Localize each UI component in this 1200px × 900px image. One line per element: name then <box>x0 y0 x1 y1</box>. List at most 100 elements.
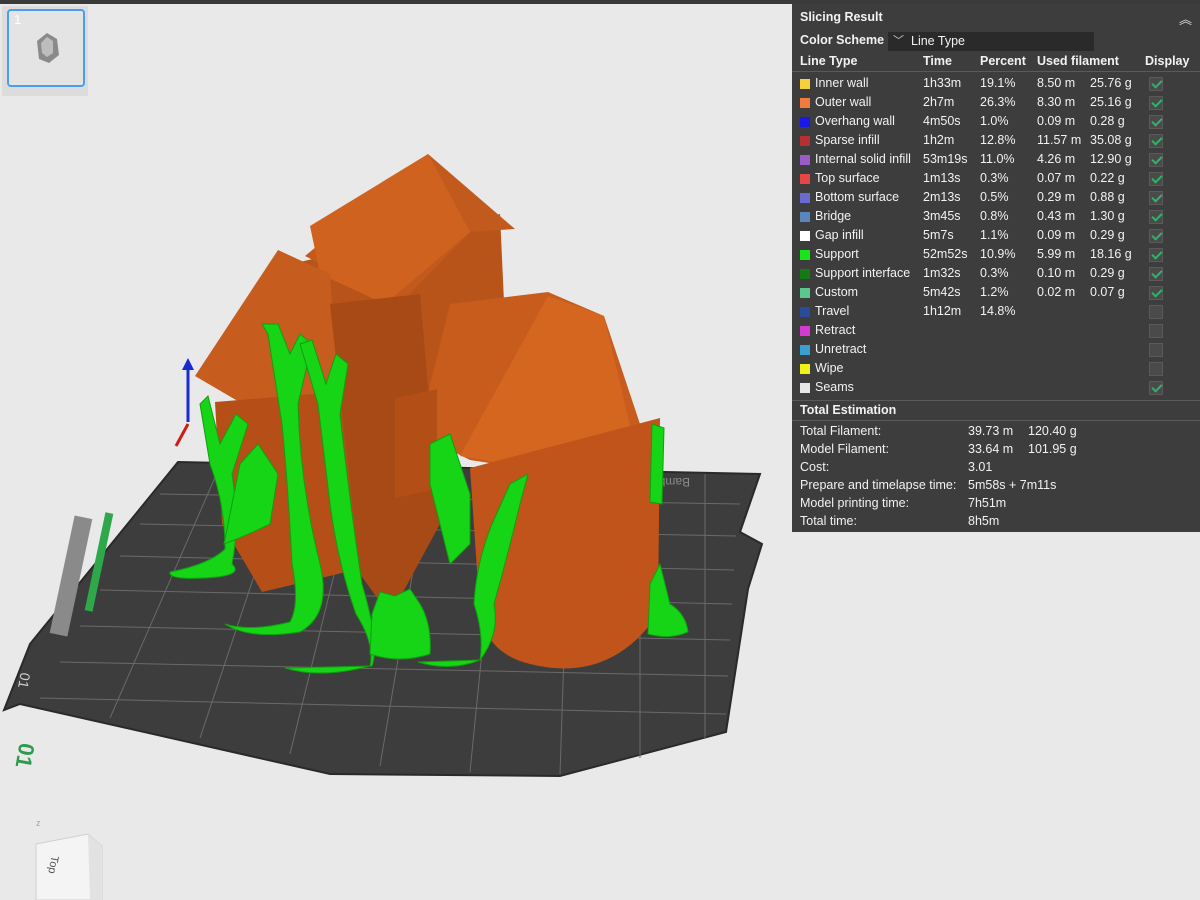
view-cube[interactable]: Top <box>28 818 108 900</box>
line-type-percent: 0.3% <box>980 171 1009 185</box>
display-checkbox[interactable] <box>1149 267 1163 281</box>
line-type-color-swatch <box>800 326 810 336</box>
header-used-filament: Used filament <box>1037 54 1119 68</box>
x-axis <box>174 423 190 447</box>
line-type-row: Sparse infill 1h2m 12.8% 11.57 m 35.08 g <box>792 132 1200 151</box>
line-type-length: 8.30 m <box>1037 95 1076 109</box>
display-checkbox[interactable] <box>1149 362 1163 376</box>
line-type-percent: 0.8% <box>980 209 1009 223</box>
line-type-name: Outer wall <box>815 95 872 109</box>
display-checkbox[interactable] <box>1149 343 1163 357</box>
line-type-row: Top surface 1m13s 0.3% 0.07 m 0.22 g <box>792 170 1200 189</box>
line-type-row: Retract <box>792 322 1200 341</box>
display-checkbox[interactable] <box>1149 248 1163 262</box>
total-label: Cost: <box>800 460 830 474</box>
display-checkbox[interactable] <box>1149 172 1163 186</box>
display-checkbox[interactable] <box>1149 134 1163 148</box>
color-scheme-select[interactable]: ﹀ Line Type <box>888 32 1094 51</box>
line-type-percent: 10.9% <box>980 247 1016 261</box>
line-type-row: Unretract <box>792 341 1200 360</box>
color-scheme-label: Color Scheme <box>800 33 885 47</box>
display-checkbox[interactable] <box>1149 115 1163 129</box>
line-type-time: 1h12m <box>923 304 962 318</box>
total-value: 5m58s + 7m11s <box>968 478 1057 492</box>
display-checkbox[interactable] <box>1149 77 1163 91</box>
double-chevron-up-icon[interactable]: ︽ <box>1179 9 1192 28</box>
line-type-name: Travel <box>815 304 850 318</box>
plate-thumbnail-model-icon <box>37 33 59 63</box>
display-checkbox[interactable] <box>1149 210 1163 224</box>
line-type-row: Bridge 3m45s 0.8% 0.43 m 1.30 g <box>792 208 1200 227</box>
line-type-name: Wipe <box>815 361 844 375</box>
line-type-length: 5.99 m <box>1037 247 1076 261</box>
line-type-name: Support <box>815 247 859 261</box>
total-value: 39.73 m <box>968 424 1014 438</box>
line-type-color-swatch <box>800 98 810 108</box>
viewcube-axis-label: z <box>36 818 41 828</box>
total-label: Model Filament: <box>800 442 889 456</box>
display-checkbox[interactable] <box>1149 381 1163 395</box>
line-type-weight: 25.16 g <box>1090 95 1132 109</box>
line-type-row: Support interface 1m32s 0.3% 0.10 m 0.29 g <box>792 265 1200 284</box>
line-type-time: 5m7s <box>923 228 954 242</box>
line-type-length: 0.10 m <box>1037 266 1076 280</box>
display-checkbox[interactable] <box>1149 324 1163 338</box>
line-type-time: 4m50s <box>923 114 961 128</box>
header-percent: Percent <box>980 54 1026 68</box>
line-type-row: Custom 5m42s 1.2% 0.02 m 0.07 g <box>792 284 1200 303</box>
plate-number: 01 <box>11 741 40 769</box>
header-time: Time <box>923 54 952 68</box>
display-checkbox[interactable] <box>1149 191 1163 205</box>
line-type-color-swatch <box>800 117 810 127</box>
line-type-color-swatch <box>800 155 810 165</box>
display-checkbox[interactable] <box>1149 305 1163 319</box>
line-type-color-swatch <box>800 174 810 184</box>
line-type-weight: 25.76 g <box>1090 76 1132 90</box>
line-type-percent: 12.8% <box>980 133 1016 147</box>
line-type-color-swatch <box>800 307 810 317</box>
line-type-color-swatch <box>800 288 810 298</box>
line-type-color-swatch <box>800 212 810 222</box>
panel-title: Slicing Result <box>800 10 883 24</box>
display-checkbox[interactable] <box>1149 286 1163 300</box>
line-type-percent: 0.3% <box>980 266 1009 280</box>
slicing-result-panel: Slicing Result ︽ Color Scheme ﹀ Line Typ… <box>792 4 1200 532</box>
header-divider <box>792 71 1200 72</box>
total-divider-top <box>792 400 1200 401</box>
line-type-row: Gap infill 5m7s 1.1% 0.09 m 0.29 g <box>792 227 1200 246</box>
line-type-row: Travel 1h12m 14.8% <box>792 303 1200 322</box>
line-type-length: 0.09 m <box>1037 114 1076 128</box>
line-type-time: 52m52s <box>923 247 968 261</box>
plate-thumbnail-1[interactable]: 1 <box>7 9 85 87</box>
line-type-weight: 18.16 g <box>1090 247 1132 261</box>
line-type-time: 5m42s <box>923 285 961 299</box>
display-checkbox[interactable] <box>1149 229 1163 243</box>
line-type-row: Outer wall 2h7m 26.3% 8.30 m 25.16 g <box>792 94 1200 113</box>
line-type-weight: 0.07 g <box>1090 285 1125 299</box>
line-type-percent: 14.8% <box>980 304 1016 318</box>
total-label: Model printing time: <box>800 496 910 510</box>
line-type-weight: 0.22 g <box>1090 171 1125 185</box>
line-type-weight: 12.90 g <box>1090 152 1132 166</box>
z-axis-arrow <box>182 358 194 370</box>
line-type-length: 0.43 m <box>1037 209 1076 223</box>
line-type-length: 0.29 m <box>1037 190 1076 204</box>
plate-number-small: 01 <box>15 672 33 690</box>
line-type-name: Seams <box>815 380 854 394</box>
line-type-time: 1m32s <box>923 266 961 280</box>
line-type-length: 0.07 m <box>1037 171 1076 185</box>
line-type-name: Bridge <box>815 209 852 223</box>
display-checkbox[interactable] <box>1149 96 1163 110</box>
display-checkbox[interactable] <box>1149 153 1163 167</box>
line-type-name: Sparse infill <box>815 133 880 147</box>
total-value-secondary: 101.95 g <box>1028 442 1077 456</box>
line-type-time: 1h33m <box>923 76 962 90</box>
line-type-time: 3m45s <box>923 209 961 223</box>
line-type-length: 4.26 m <box>1037 152 1076 166</box>
total-value: 33.64 m <box>968 442 1014 456</box>
line-type-color-swatch <box>800 345 810 355</box>
line-type-percent: 26.3% <box>980 95 1016 109</box>
line-type-row: Wipe <box>792 360 1200 379</box>
line-type-name: Inner wall <box>815 76 869 90</box>
plate-number-label: 1 <box>14 12 22 27</box>
